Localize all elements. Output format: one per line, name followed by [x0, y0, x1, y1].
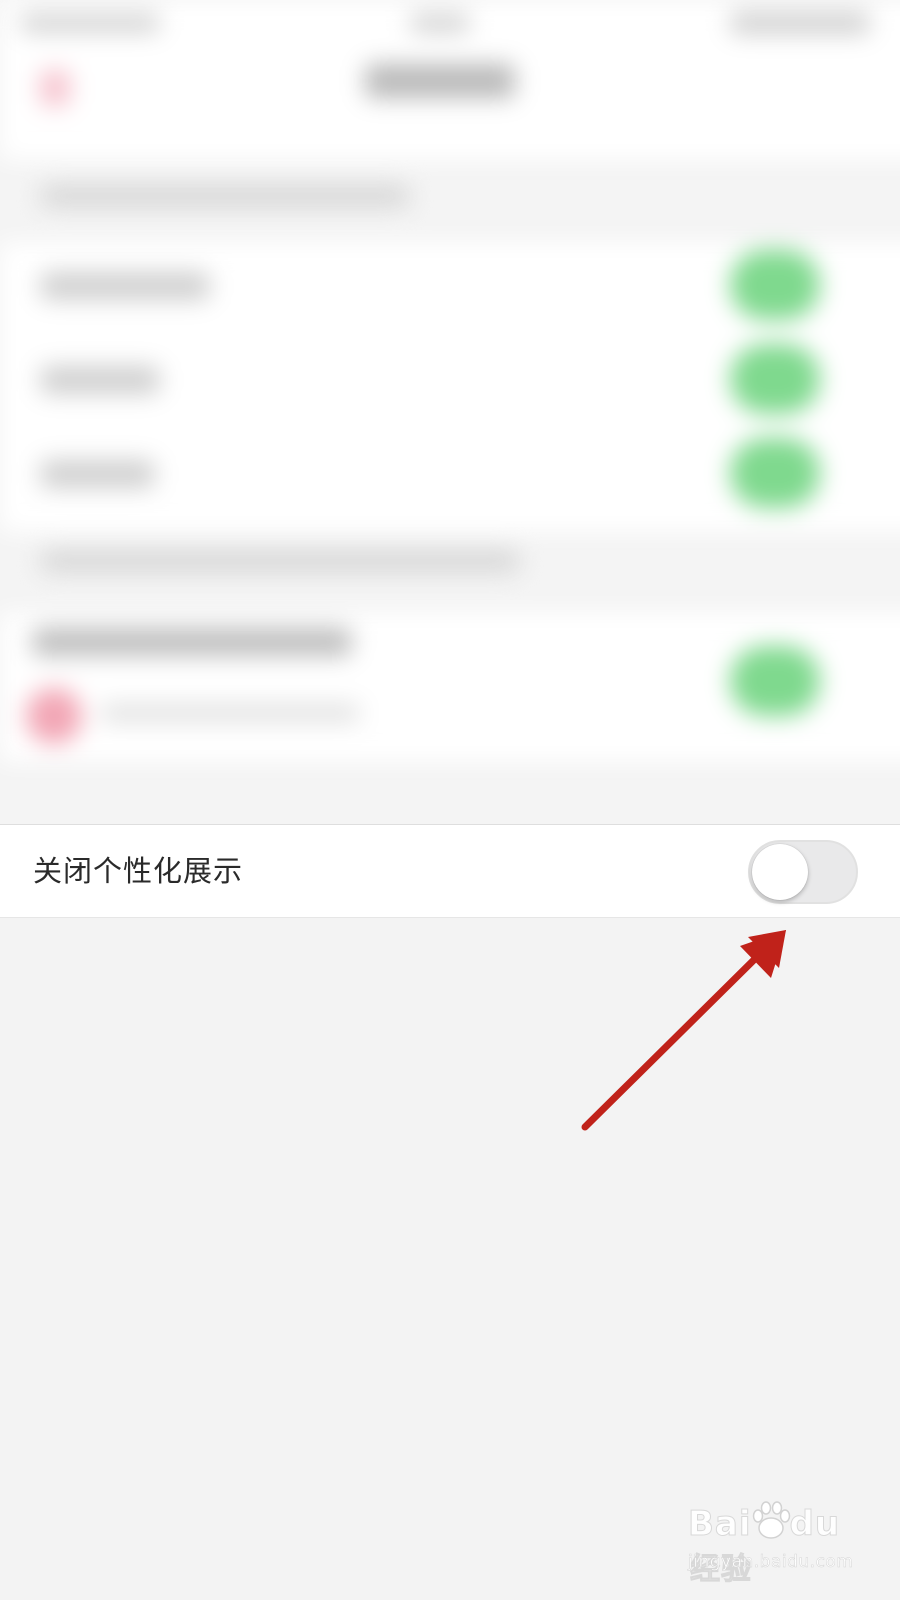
- watermark-brand: Bai du经验: [688, 1504, 868, 1588]
- blurred-layer: [0, 0, 900, 824]
- toggle-knob: [752, 844, 808, 900]
- blurred-status-bar: [0, 0, 900, 60]
- blurred-background-content: [0, 0, 900, 824]
- personalized-display-toggle[interactable]: [748, 840, 858, 904]
- watermark-brand-right: du: [789, 1504, 841, 1545]
- blurred-section-caption-2: [40, 550, 520, 572]
- blurred-settings-card: [0, 242, 900, 532]
- blurred-section-caption: [40, 185, 410, 207]
- watermark-brand-left: Bai: [688, 1504, 752, 1545]
- setting-label: 关闭个性化展示: [33, 854, 244, 888]
- watermark-url: jingyan.baidu.com: [688, 1552, 854, 1573]
- blurred-settings-card-2: [0, 612, 900, 762]
- baidu-jingyan-watermark: Bai du经验 jingyan.baidu.com: [688, 1500, 868, 1588]
- personalized-display-setting-row: 关闭个性化展示: [0, 824, 900, 918]
- blurred-nav-bar: [0, 60, 900, 160]
